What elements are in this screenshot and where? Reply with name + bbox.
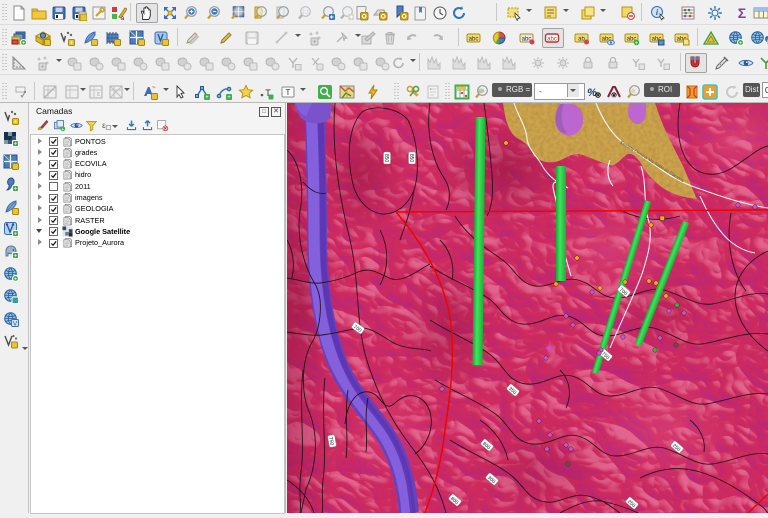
svg-text:+: + (14, 232, 18, 238)
svg-text:o: o (596, 92, 600, 99)
svg-text:+: + (458, 92, 462, 98)
svg-text:ε: ε (102, 121, 106, 130)
svg-text:+: + (70, 41, 74, 47)
svg-text:+: + (635, 41, 639, 46)
svg-text:abc: abc (547, 37, 557, 43)
svg-text:+: + (14, 142, 18, 148)
svg-text:+: + (22, 40, 26, 46)
svg-text:+: + (205, 95, 209, 100)
svg-text:+: + (61, 127, 64, 132)
svg-text:a: a (121, 16, 125, 21)
svg-text:850: 850 (383, 154, 389, 163)
svg-text:+: + (739, 40, 743, 46)
svg-text:o: o (612, 92, 616, 99)
svg-text:+: + (14, 120, 18, 126)
svg-text:ε: ε (97, 91, 100, 98)
svg-text:T: T (286, 88, 291, 97)
svg-text:V: V (13, 320, 18, 327)
svg-text:850: 850 (408, 154, 414, 163)
svg-text:+: + (14, 254, 18, 260)
svg-text:abc: abc (469, 37, 479, 43)
svg-text:Σ: Σ (738, 5, 746, 21)
svg-text:+: + (14, 187, 18, 193)
svg-text:+: + (41, 64, 45, 71)
svg-text:+: + (14, 276, 18, 282)
svg-text:+: + (313, 39, 317, 46)
svg-text:+: + (227, 95, 231, 100)
